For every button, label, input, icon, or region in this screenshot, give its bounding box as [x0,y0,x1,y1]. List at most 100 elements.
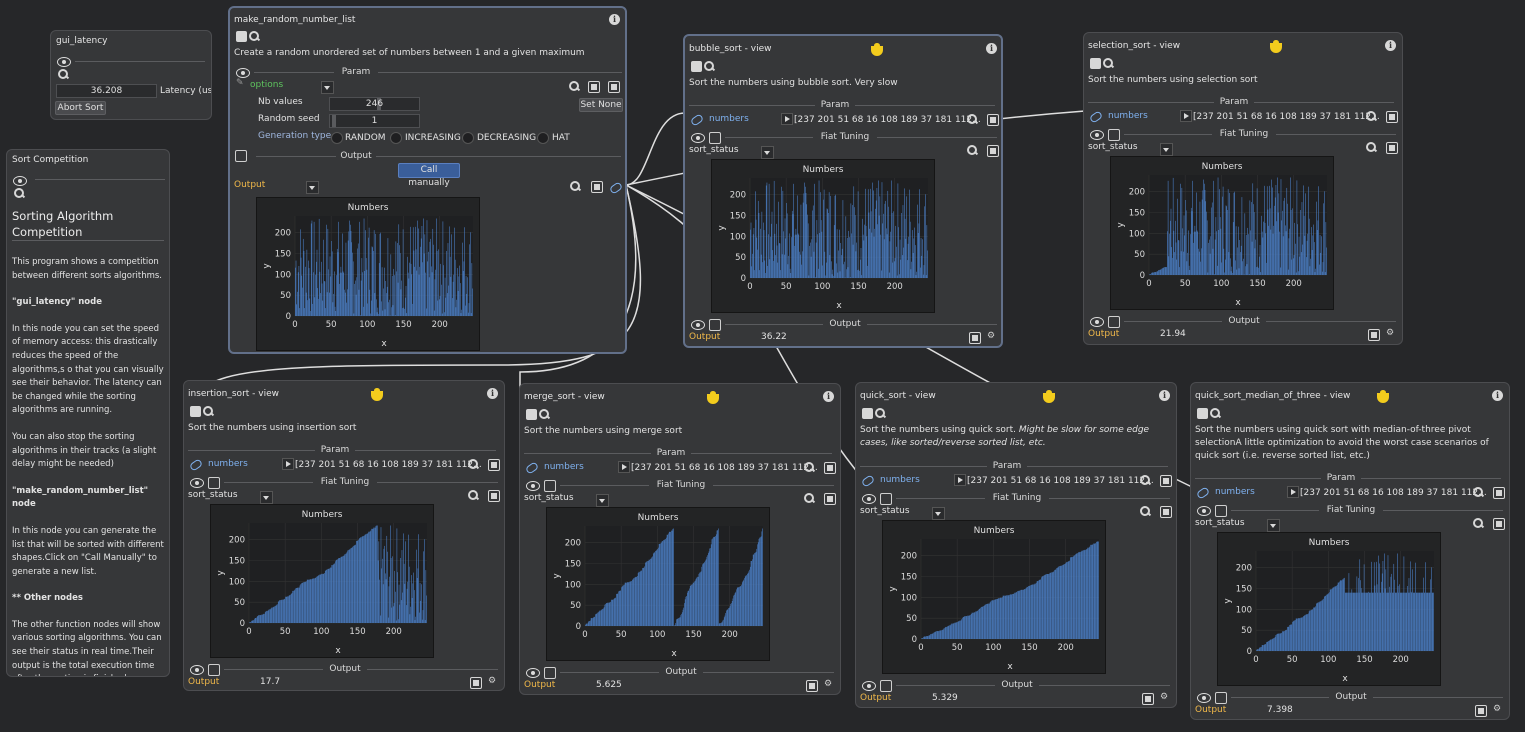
zoom-icon[interactable] [1210,408,1221,419]
eye-icon[interactable] [190,665,204,675]
zoom-icon[interactable] [1473,518,1484,529]
zoom-icon[interactable] [569,81,580,92]
zoom-icon[interactable] [804,493,815,504]
gui-latency-node[interactable]: gui_latency 36.208 Latency (us) Abort So… [50,30,212,120]
zoom-icon[interactable] [468,490,479,501]
collapse-icon[interactable] [880,493,892,505]
collapse-icon[interactable] [544,667,556,679]
status-dropdown[interactable] [260,491,273,504]
eye-icon[interactable] [862,494,876,504]
copy-icon[interactable] [1475,705,1487,717]
eye-icon[interactable] [1090,130,1104,140]
collapse-icon[interactable] [1215,692,1227,704]
status-dropdown[interactable] [596,494,609,507]
zoom-icon[interactable] [249,31,260,42]
eye-icon[interactable] [691,320,705,330]
numbers-label[interactable]: numbers [1215,487,1255,497]
zoom-icon[interactable] [967,145,978,156]
info-icon[interactable]: i [1385,40,1396,51]
doc-icon[interactable] [526,409,537,420]
eye-icon[interactable] [13,176,27,186]
link-icon[interactable] [689,113,705,127]
abort-sort-button[interactable]: Abort Sort [55,101,106,115]
link-icon[interactable] [188,458,204,472]
link-icon[interactable] [1195,486,1211,500]
settings-icon[interactable]: ⚙ [987,331,995,341]
copy-icon[interactable] [824,462,836,474]
status-dropdown[interactable] [932,507,945,520]
eye-icon[interactable] [57,57,71,67]
link-icon[interactable] [608,181,624,195]
output-dropdown[interactable] [306,181,319,194]
link-icon[interactable] [524,461,540,475]
copy-icon[interactable] [1160,475,1172,487]
settings-icon[interactable]: ⚙ [824,679,832,689]
copy-icon[interactable] [488,459,500,471]
eye-icon[interactable] [1090,317,1104,327]
expand-icon[interactable] [618,461,630,473]
collapse-icon[interactable] [208,664,220,676]
eye-icon[interactable] [526,668,540,678]
selection-sort-node[interactable]: selection_sort - view i Sort the numbers… [1083,32,1403,345]
settings-icon[interactable]: ⚙ [1386,328,1394,338]
median-sort-node[interactable]: quick_sort_median_of_three - view i Sort… [1190,382,1510,720]
zoom-icon[interactable] [875,408,886,419]
options-dropdown[interactable] [321,81,334,94]
zoom-icon[interactable] [570,181,581,192]
copy-icon[interactable] [987,145,999,157]
nb-values-slider[interactable]: 246 [329,97,420,111]
doc-icon[interactable] [1090,58,1101,69]
link-icon[interactable] [860,474,876,488]
zoom-icon[interactable] [203,406,214,417]
doc-icon[interactable] [691,61,702,72]
settings-icon[interactable]: ⚙ [1493,704,1501,714]
doc-icon[interactable] [236,31,247,42]
eye-icon[interactable] [1197,506,1211,516]
pencil-icon[interactable]: ✎ [236,78,244,88]
zoom-icon[interactable] [704,61,715,72]
sort-competition-node[interactable]: Sort Competition Sorting Algorithm Compe… [6,149,170,677]
copy-icon[interactable] [1368,329,1380,341]
doc-icon[interactable] [190,406,201,417]
zoom-icon[interactable] [1366,111,1377,122]
minus-icon[interactable] [608,81,620,93]
copy-icon[interactable] [1142,693,1154,705]
eye-icon[interactable] [691,133,705,143]
status-dropdown[interactable] [761,146,774,159]
copy-icon[interactable] [591,181,603,193]
doc-icon[interactable] [862,408,873,419]
copy-icon[interactable] [470,677,482,689]
expand-icon[interactable] [1287,486,1299,498]
radio-decreasing[interactable] [462,132,474,144]
info-icon[interactable]: i [1492,390,1503,401]
numbers-label[interactable]: numbers [1108,111,1148,121]
copy-icon[interactable] [1386,142,1398,154]
options-label[interactable]: options [250,80,283,90]
zoom-icon[interactable] [1366,142,1377,153]
info-icon[interactable]: i [487,388,498,399]
latency-slider[interactable]: 36.208 [56,84,157,98]
numbers-label[interactable]: numbers [208,459,248,469]
zoom-icon[interactable] [468,459,479,470]
slider-thumb[interactable] [332,115,336,127]
copy-icon[interactable] [1386,111,1398,123]
numbers-label[interactable]: numbers [709,114,749,124]
collapse-icon[interactable] [1108,316,1120,328]
settings-icon[interactable]: ⚙ [488,676,496,686]
copy-icon[interactable] [969,332,981,344]
bubble-sort-node[interactable]: bubble_sort - view i Sort the numbers us… [683,34,1003,348]
collapse-icon[interactable] [709,319,721,331]
zoom-icon[interactable] [14,188,25,199]
copy-icon[interactable] [806,680,818,692]
copy-icon[interactable] [824,493,836,505]
status-dropdown[interactable] [1267,519,1280,532]
zoom-icon[interactable] [1140,475,1151,486]
zoom-icon[interactable] [1473,487,1484,498]
call-manually-button[interactable]: Call manually [398,163,460,188]
collapse-icon[interactable] [880,680,892,692]
collapse-icon[interactable] [1108,129,1120,141]
copy-icon[interactable] [1160,506,1172,518]
radio-random[interactable] [331,132,343,144]
expand-icon[interactable] [781,113,793,125]
make-random-number-list-node[interactable]: make_random_number_list i Create a rando… [228,6,627,354]
